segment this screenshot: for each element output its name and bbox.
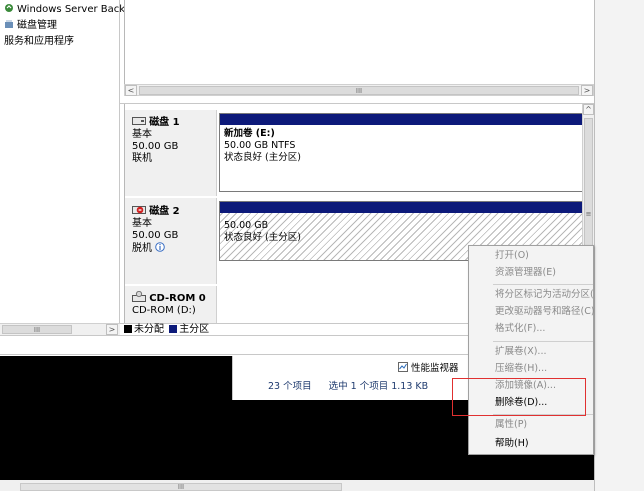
- menu-item-open[interactable]: 打开(O): [495, 247, 529, 265]
- performance-monitor-label: 性能监视器: [411, 363, 459, 374]
- annotation-highlight-box: [452, 378, 586, 416]
- disk-icon: [132, 117, 149, 128]
- tree-item-label: 磁盘管理: [17, 20, 57, 31]
- disk-size: 50.00 GB: [132, 230, 179, 241]
- cdrom-icon: [132, 290, 149, 304]
- context-menu: 打开(O) 资源管理器(E) 将分区标记为活动分区( 更改驱动器号和路径(C) …: [468, 245, 595, 455]
- primary-partition-bar: [220, 202, 582, 213]
- primary-partition-swatch: [169, 325, 178, 333]
- menu-separator: [493, 341, 593, 342]
- partition-size-fs: 50.00 GB: [224, 220, 269, 231]
- legend-primary: 主分区: [179, 324, 210, 335]
- right-window-edge: [594, 0, 644, 491]
- menu-item-format[interactable]: 格式化(F)...: [495, 320, 545, 338]
- backup-icon: [4, 3, 14, 13]
- disk-2-info[interactable]: 磁盘 2 基本 50.00 GB 脱机: [125, 198, 217, 284]
- menu-item-explorer[interactable]: 资源管理器(E): [495, 264, 556, 282]
- scroll-up-button[interactable]: ^: [583, 104, 594, 115]
- disk-management-icon: [4, 19, 14, 29]
- partition-state: 状态良好 (主分区): [224, 232, 301, 243]
- legend-unallocated: 未分配: [134, 324, 164, 335]
- disk-type: 基本: [132, 218, 152, 229]
- cdrom-info[interactable]: CD-ROM 0 CD-ROM (D:): [125, 286, 217, 323]
- menu-item-properties[interactable]: 属性(P): [495, 416, 527, 434]
- menu-item-extend-volume[interactable]: 扩展卷(X)...: [495, 343, 546, 361]
- disk-name: 磁盘 2: [149, 206, 180, 217]
- disk-name: 磁盘 1: [149, 117, 180, 128]
- scroll-thumb[interactable]: III: [178, 483, 184, 491]
- partition-state: 状态良好 (主分区): [224, 152, 301, 163]
- selected-count: 选中 1 个项目 1.13 KB: [328, 381, 429, 392]
- scroll-thumb[interactable]: III: [139, 86, 579, 95]
- performance-monitor-item[interactable]: 性能监视器: [398, 360, 459, 374]
- disk-row-1[interactable]: 磁盘 1 基本 50.00 GB 联机 新加卷 (E:) 50.00 GB NT…: [125, 110, 583, 196]
- disk-1-info[interactable]: 磁盘 1 基本 50.00 GB 联机: [125, 110, 217, 196]
- menu-item-change-drive-letter[interactable]: 更改驱动器号和路径(C): [495, 303, 595, 321]
- primary-partition-bar: [220, 114, 582, 125]
- tree-item-label: 服务和应用程序: [4, 36, 74, 47]
- tree-item-label: Windows Server Back: [17, 4, 126, 15]
- menu-separator: [493, 284, 593, 285]
- item-count: 23 个项目: [268, 381, 312, 392]
- disk-type: CD-ROM (D:): [132, 305, 196, 316]
- unallocated-swatch: [124, 325, 132, 333]
- pane-splitter[interactable]: [120, 96, 594, 104]
- bottom-horizontal-scrollbar[interactable]: III: [20, 483, 342, 491]
- info-icon[interactable]: [155, 242, 165, 254]
- navigation-tree: Windows Server Back 磁盘管理 服务和应用程序: [0, 0, 125, 323]
- menu-item-mark-active[interactable]: 将分区标记为活动分区(: [495, 286, 594, 304]
- disk-offline-icon: [132, 206, 149, 217]
- menu-item-shrink-volume[interactable]: 压缩卷(H)...: [495, 360, 547, 378]
- scroll-left-button[interactable]: <: [125, 85, 137, 96]
- partition-title: 新加卷 (E:): [224, 128, 275, 139]
- explorer-status-bar: 23 个项目 选中 1 个项目 1.13 KB: [250, 376, 462, 398]
- partition-size-fs: 50.00 GB NTFS: [224, 140, 296, 151]
- performance-monitor-icon: [398, 362, 411, 374]
- volume-list-pane: [124, 0, 594, 84]
- disk-status: 联机: [132, 153, 152, 164]
- tree-horizontal-scrollbar[interactable]: III >: [0, 323, 120, 335]
- disk-type: 基本: [132, 129, 152, 140]
- partition-new-volume-e[interactable]: 新加卷 (E:) 50.00 GB NTFS 状态良好 (主分区): [219, 113, 583, 192]
- scroll-right-button[interactable]: >: [581, 85, 593, 96]
- scroll-thumb[interactable]: III: [2, 325, 72, 334]
- disk-status: 脱机: [132, 243, 152, 254]
- scroll-right-button[interactable]: >: [106, 324, 118, 335]
- disk-size: 50.00 GB: [132, 141, 179, 152]
- tree-item-disk-management[interactable]: 磁盘管理: [4, 19, 57, 33]
- tree-item-services-and-apps[interactable]: 服务和应用程序: [4, 35, 74, 49]
- tree-item-windows-server-backup[interactable]: Windows Server Back: [4, 3, 125, 17]
- menu-item-help[interactable]: 帮助(H): [495, 435, 529, 453]
- disk-name: CD-ROM 0: [149, 293, 206, 304]
- volume-list-horizontal-scrollbar[interactable]: < III >: [124, 84, 594, 96]
